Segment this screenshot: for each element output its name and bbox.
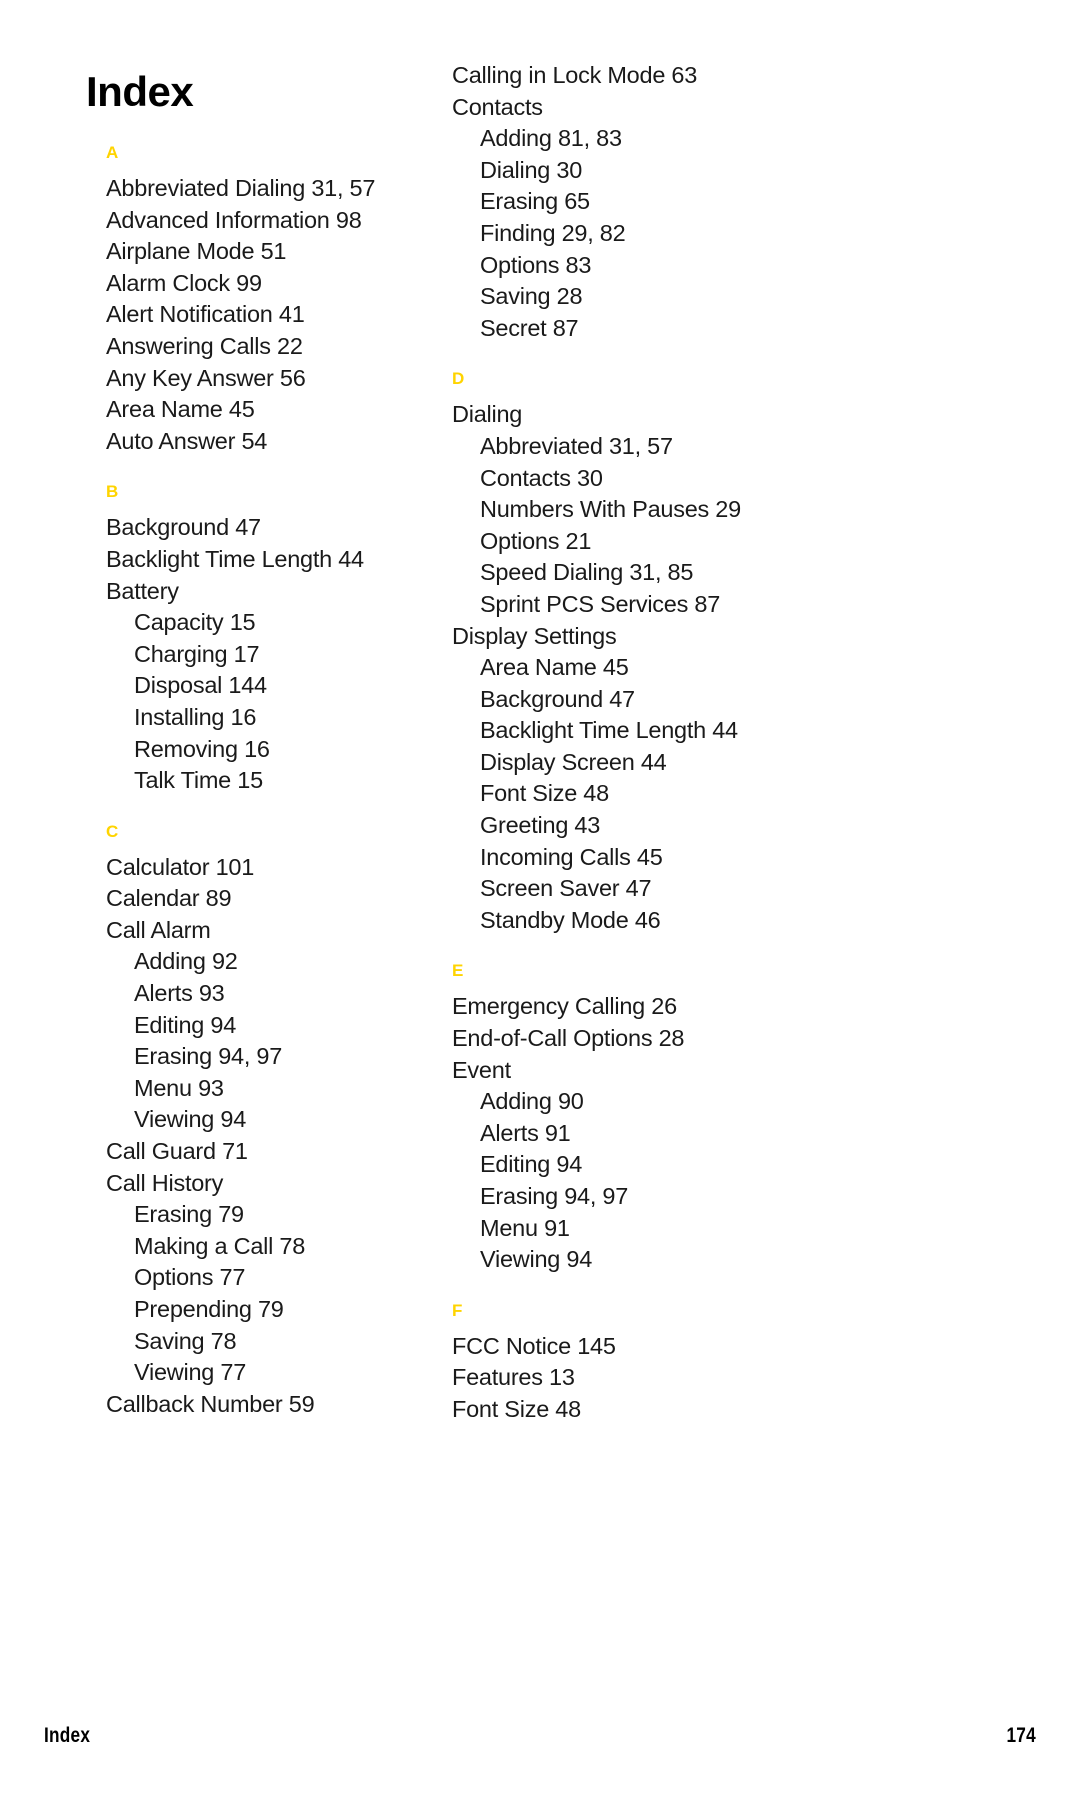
index-subentry: Adding 90 [480, 1088, 584, 1115]
index-subentry: Making a Call 78 [134, 1232, 306, 1259]
index-entry: Callback Number 59 [106, 1390, 315, 1417]
index-subentry: Incoming Calls 45 [480, 843, 663, 870]
index-subentry: Backlight Time Length 44 [480, 717, 738, 744]
index-subentry: Disposal 144 [134, 672, 267, 699]
index-entry: Auto Answer 54 [106, 427, 268, 454]
index-subentry: Prepending 79 [134, 1296, 284, 1322]
index-entry: Background 47 [106, 514, 261, 541]
section-letter-b: B [106, 482, 119, 502]
index-subentry: Contacts 30 [480, 464, 603, 491]
index-entry: Contacts [452, 93, 543, 120]
index-subentry: Saving 78 [134, 1327, 237, 1354]
index-subentry: Alerts 93 [134, 980, 225, 1007]
index-subentry: Speed Dialing 31, 85 [480, 559, 694, 586]
index-subentry: Installing 16 [134, 703, 257, 730]
page-footer: Index 174 [44, 1724, 1036, 1748]
index-entry: Backlight Time Length 44 [106, 545, 364, 572]
index-subentry: Greeting 43 [480, 812, 601, 839]
index-subentry: Erasing 94, 97 [480, 1183, 629, 1209]
section-letter-c: C [106, 821, 119, 841]
index-subentry: Secret 87 [480, 314, 579, 341]
index-subentry: Options 21 [480, 527, 592, 554]
index-subentry: Erasing 65 [480, 188, 590, 215]
right-column: Calling in Lock Mode 63 Contacts Adding 81… [430, 60, 960, 1426]
index-subentry: Alerts 91 [480, 1119, 571, 1146]
index-subentry: Finding 29, 82 [480, 219, 626, 246]
index-entry: Abbreviated Dialing 31, 57 [106, 175, 376, 201]
index-subentry: Dialing 30 [480, 156, 583, 183]
section-letter-a: A [106, 143, 119, 162]
index-subentry: Viewing 94 [134, 1106, 247, 1133]
index-entry: Calling in Lock Mode 63 [452, 62, 698, 88]
index-subentry: Screen Saver 47 [480, 875, 652, 902]
index-entry: Call Guard 71 [106, 1138, 248, 1165]
left-column: A Abbreviated Dialing 31, 57 Advanced Info… [0, 60, 430, 1420]
index-entry: Airplane Mode 51 [106, 238, 287, 265]
index-subentry: Capacity 15 [134, 609, 256, 636]
index-subentry: Options 83 [480, 251, 592, 278]
index-entry: Call History [106, 1169, 224, 1196]
index-entry: Answering Calls 22 [106, 332, 303, 359]
index-entry: Alarm Clock 99 [106, 269, 262, 296]
index-subentry: Standby Mode 46 [480, 906, 661, 933]
index-entry: Advanced Information 98 [106, 206, 362, 233]
index-subentry: Font Size 48 [480, 780, 609, 807]
index-entry: Alert Notification 41 [106, 301, 305, 328]
index-subentry: Removing 16 [134, 735, 270, 762]
footer-page-number: 174 [1006, 1724, 1036, 1747]
index-subentry: Saving 28 [480, 283, 583, 310]
index-entry: Features 13 [452, 1364, 575, 1391]
section-letter-e: E [452, 961, 464, 981]
index-subentry: Talk Time 15 [134, 767, 263, 794]
index-subentry: Viewing 94 [480, 1246, 593, 1273]
index-entry: Emergency Calling 26 [452, 993, 677, 1020]
index-subentry: Charging 17 [134, 640, 260, 667]
index-subentry: Sprint PCS Services 87 [480, 590, 721, 617]
index-entry: Calculator 101 [106, 853, 255, 880]
index-subentry: Menu 91 [480, 1214, 570, 1241]
index-entry: Call Alarm [106, 916, 211, 943]
index-subentry: Erasing 94, 97 [134, 1043, 283, 1070]
index-subentry: Viewing 77 [134, 1359, 247, 1386]
index-subentry: Adding 92 [134, 948, 238, 975]
index-entry: FCC Notice 145 [452, 1332, 616, 1359]
footer-section-label: Index [44, 1724, 91, 1747]
index-entry: Battery [106, 577, 179, 604]
index-entry: Any Key Answer 56 [106, 364, 306, 391]
index-entry: Event [452, 1056, 511, 1083]
index-subentry: Adding 81, 83 [480, 125, 622, 152]
index-subentry: Erasing 79 [134, 1201, 244, 1228]
index-entry: Display Settings [452, 622, 617, 649]
index-columns: A Abbreviated Dialing 31, 57 Advanced Info… [0, 60, 1080, 1426]
index-subentry: Options 77 [134, 1264, 246, 1291]
index-entry: Dialing [452, 401, 523, 428]
index-subentry: Area Name 45 [480, 654, 629, 681]
index-subentry: Abbreviated 31, 57 [480, 432, 673, 459]
index-entry: End-of-Call Options 28 [452, 1025, 685, 1052]
section-letter-d: D [452, 369, 465, 389]
index-subentry: Background 47 [480, 685, 635, 712]
index-subentry: Editing 94 [480, 1151, 583, 1178]
index-entry: Calendar 89 [106, 885, 232, 912]
index-entry: Font Size 48 [452, 1395, 581, 1422]
index-subentry: Numbers With Pauses 29 [480, 496, 741, 523]
index-entry: Area Name 45 [106, 396, 255, 423]
index-subentry: Editing 94 [134, 1011, 237, 1038]
index-page: Index A Abbreviated Dialing 31, 57 Advance… [0, 0, 1080, 1800]
index-subentry: Display Screen 44 [480, 748, 667, 775]
index-subentry: Menu 93 [134, 1074, 224, 1101]
section-letter-f: F [452, 1300, 463, 1320]
